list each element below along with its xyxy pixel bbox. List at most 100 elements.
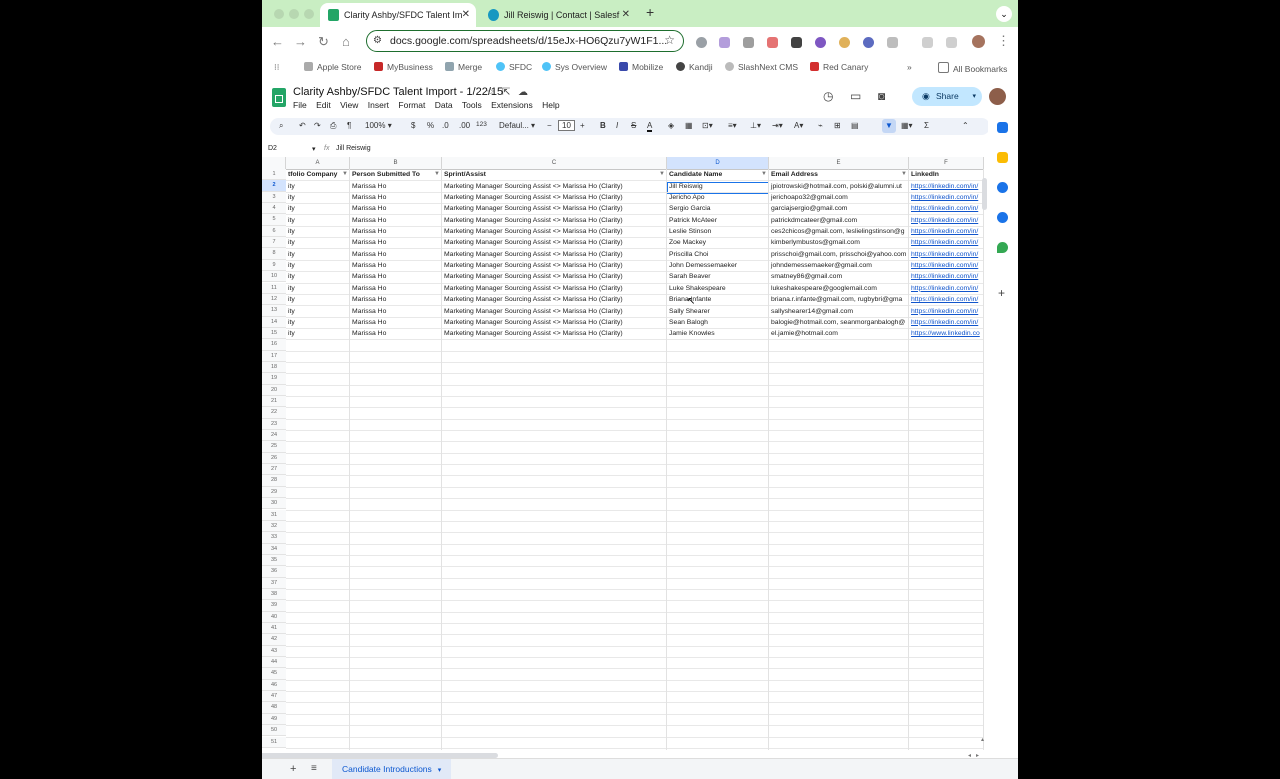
decrease-font-size-icon[interactable]: − [547, 121, 552, 130]
menu-help[interactable]: Help [542, 100, 559, 110]
extension-icon[interactable] [767, 37, 778, 48]
keep-icon[interactable] [997, 152, 1008, 163]
table-cell[interactable]: Marketing Manager Sourcing Assist <> Mar… [442, 328, 666, 339]
paint-format-icon[interactable]: ¶ [347, 121, 351, 130]
site-info-icon[interactable]: ⚙ [373, 35, 382, 46]
header-cell[interactable]: Candidate Name [667, 169, 761, 180]
row-header[interactable]: 31 [262, 509, 286, 521]
filter-icon[interactable]: ▼ [885, 121, 893, 130]
table-cell[interactable]: Marketing Manager Sourcing Assist <> Mar… [442, 317, 666, 328]
row-header[interactable]: 30 [262, 498, 286, 510]
merge-cells-icon[interactable]: ⊡▾ [702, 121, 713, 130]
user-avatar[interactable] [989, 88, 1006, 105]
formula-input[interactable]: Jill Reiswig [336, 145, 371, 152]
bookmark-slashnext-cms[interactable]: SlashNext CMS [725, 62, 798, 72]
contacts-icon[interactable] [997, 212, 1008, 223]
table-cell[interactable]: kimberlymbustos@gmail.com [769, 237, 908, 248]
table-cell[interactable]: briana.r.infante@gmail.com, rugbybri@gma [769, 294, 908, 305]
linkedin-link[interactable]: https://linkedin.com/in/ [909, 249, 983, 260]
linkedin-link[interactable]: https://linkedin.com/in/ [909, 203, 983, 214]
table-cell[interactable]: Sean Balogh [667, 317, 768, 328]
vertical-align-icon[interactable]: ⊥▾ [750, 121, 761, 130]
insert-link-icon[interactable]: ⌁ [818, 121, 823, 130]
table-cell[interactable]: smatney86@gmail.com [769, 271, 908, 282]
bold-icon[interactable]: B [600, 121, 606, 130]
table-cell[interactable]: Sally Shearer [667, 306, 768, 317]
add-addon-icon[interactable]: + [998, 286, 1005, 300]
row-header[interactable]: 25 [262, 441, 286, 453]
borders-icon[interactable]: ▦ [685, 121, 693, 130]
row-header[interactable]: 9 [262, 259, 286, 272]
row-header[interactable]: 26 [262, 452, 286, 465]
horizontal-align-icon[interactable]: ≡▾ [728, 121, 737, 130]
comments-icon[interactable]: ▭ [850, 89, 861, 103]
bookmark-merge[interactable]: Merge [445, 62, 482, 72]
header-cell[interactable]: LinkedIn [909, 169, 976, 180]
table-cell[interactable]: johndemessemaeker@gmail.com [769, 260, 908, 271]
linkedin-link[interactable]: https://linkedin.com/in/ [909, 306, 983, 317]
header-cell[interactable]: Person Submitted To [350, 169, 434, 180]
row-header[interactable]: 7 [262, 237, 286, 249]
header-cell[interactable]: tfolio Company [286, 169, 342, 180]
bookmark-mybusiness[interactable]: MyBusiness [374, 62, 433, 72]
row-header[interactable]: 2 [262, 180, 286, 192]
column-filter-icon[interactable]: ▼ [342, 171, 348, 177]
row-header[interactable]: 36 [262, 566, 286, 578]
home-icon[interactable]: ⌂ [342, 34, 350, 49]
linkedin-link[interactable]: https://linkedin.com/in/ [909, 294, 983, 305]
extension-icon[interactable] [696, 37, 707, 48]
collapse-toolbar-chevron-icon[interactable]: ⌃ [962, 121, 969, 130]
search-menus-icon[interactable]: ⌕ [279, 121, 283, 131]
extension-icon[interactable] [791, 37, 802, 48]
table-cell[interactable]: John Demessemaeker [667, 260, 768, 271]
functions-sigma-icon[interactable]: Σ [924, 121, 929, 130]
scroll-up-icon[interactable]: ▴ [981, 736, 984, 743]
row-header[interactable]: 39 [262, 600, 286, 612]
row-header[interactable]: 11 [262, 282, 286, 294]
back-icon[interactable]: ← [271, 34, 284, 49]
row-header[interactable]: 51 [262, 736, 286, 748]
menu-view[interactable]: View [340, 100, 358, 110]
table-cell[interactable]: Marissa Ho [350, 203, 441, 214]
row-header[interactable]: 45 [262, 668, 286, 680]
table-cell[interactable]: ity [286, 271, 349, 282]
row-header[interactable]: 18 [262, 361, 286, 374]
menu-edit[interactable]: Edit [316, 100, 331, 110]
maps-icon[interactable] [997, 242, 1008, 253]
row-header[interactable]: 22 [262, 407, 286, 419]
italic-icon[interactable]: I [616, 121, 618, 130]
row-header[interactable]: 17 [262, 350, 286, 362]
table-cell[interactable]: prisschoi@gmail.com, prisschoi@yahoo.com [769, 249, 908, 260]
table-cell[interactable]: garciajsergio@gmail.com [769, 203, 908, 214]
insert-chart-icon[interactable]: ▤ [851, 121, 859, 130]
table-cell[interactable]: Marissa Ho [350, 181, 441, 192]
menu-insert[interactable]: Insert [368, 100, 389, 110]
linkedin-link[interactable]: https://www.linkedin.co [909, 328, 983, 339]
table-cell[interactable]: Sergio Garcia [667, 203, 768, 214]
table-cell[interactable]: Leslie Stinson [667, 226, 768, 237]
row-header[interactable]: 28 [262, 475, 286, 487]
table-cell[interactable]: Marissa Ho [350, 283, 441, 294]
row-header[interactable]: 12 [262, 293, 286, 306]
increase-decimal-button[interactable]: .00 [459, 121, 470, 130]
fill-color-icon[interactable]: ◈ [668, 121, 674, 130]
table-cell[interactable]: ity [286, 181, 349, 192]
row-header[interactable]: 10 [262, 271, 286, 283]
version-history-icon[interactable]: ◷ [823, 89, 833, 103]
sheet-tab-candidate-introductions[interactable]: Candidate Introductions ▾ [332, 759, 452, 779]
insert-comment-icon[interactable]: ⊞ [834, 121, 841, 130]
table-cell[interactable]: Marissa Ho [350, 237, 441, 248]
redo-icon[interactable]: ↷ [314, 121, 321, 130]
share-button[interactable]: ◉ Share ▾ [912, 87, 982, 106]
zoom-select[interactable]: 100% ▾ [365, 121, 392, 130]
table-cell[interactable]: ity [286, 237, 349, 248]
meet-video-icon[interactable]: ◙ [878, 89, 885, 103]
close-window-button[interactable] [274, 9, 284, 19]
table-cell[interactable]: ces2chicos@gmail.com, leslielingstinson@… [769, 226, 908, 237]
table-cell[interactable]: Zoe Mackey [667, 237, 768, 248]
row-header[interactable]: 14 [262, 316, 286, 328]
strikethrough-icon[interactable]: S [631, 121, 636, 130]
table-cell[interactable]: Marissa Ho [350, 192, 441, 203]
select-all-corner[interactable] [262, 157, 286, 169]
row-header[interactable]: 40 [262, 611, 286, 623]
